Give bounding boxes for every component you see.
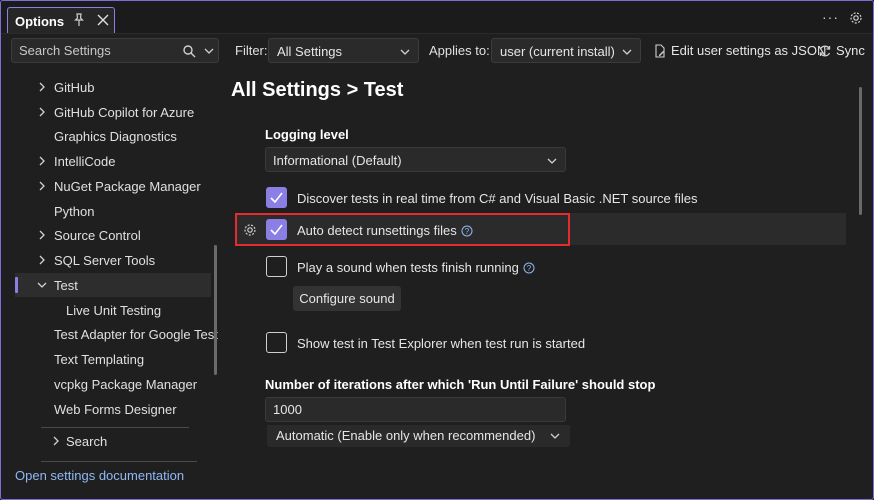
sidebar-item-nuget[interactable]: NuGet Package Manager [15, 174, 211, 198]
filter-value: All Settings [277, 44, 343, 59]
show-test-label: Show test in Test Explorer when test run… [297, 336, 585, 351]
logging-level-label: Logging level [265, 127, 349, 142]
chevron-right-icon [39, 107, 45, 117]
sidebar-item-test[interactable]: Test [15, 273, 211, 297]
sidebar-item-label: IntelliCode [54, 153, 116, 169]
sidebar-item-python[interactable]: Python [15, 199, 211, 223]
show-test-checkbox[interactable] [266, 332, 287, 353]
play-sound-checkbox[interactable] [266, 256, 287, 277]
edit-file-icon [655, 43, 665, 58]
sidebar-item-label: vcpkg Package Manager [54, 376, 198, 392]
iterations-label: Number of iterations after which 'Run Un… [265, 377, 656, 392]
sidebar-item-label: Search [66, 433, 108, 449]
sidebar-item-label: Test [54, 277, 78, 293]
sidebar-item-label: Source Control [54, 227, 141, 243]
chevron-right-icon [39, 82, 45, 92]
applies-to-label: Applies to: [429, 43, 490, 58]
iterations-input[interactable] [265, 397, 566, 422]
sidebar-item-label: GitHub [54, 79, 95, 95]
tab-title: Options [15, 13, 65, 29]
highlight-box [235, 213, 570, 246]
search-box[interactable] [11, 38, 219, 63]
settings-content: All Settings > Test Logging level Inform… [223, 67, 873, 499]
filter-label: Filter: [235, 43, 268, 58]
tab-options[interactable]: Options [7, 7, 115, 34]
check-icon [270, 192, 283, 203]
search-input[interactable] [19, 43, 169, 58]
content-scrollbar[interactable] [859, 87, 862, 215]
sidebar-item-web-forms-designer[interactable]: Web Forms Designer [15, 397, 211, 421]
sidebar-item-live-unit-testing[interactable]: Live Unit Testing [15, 298, 211, 322]
chevron-down-icon [37, 282, 47, 288]
settings-tree: GitHub GitHub Copilot for Azure Graphics… [1, 67, 223, 499]
discover-tests-checkbox[interactable] [266, 187, 287, 208]
sidebar-item-test-adapter-google[interactable]: Test Adapter for Google Test [15, 322, 218, 346]
sidebar-item-label: SQL Server Tools [54, 252, 156, 268]
sidebar-item-label: Live Unit Testing [66, 302, 162, 318]
sync-label: Sync [836, 43, 865, 58]
filter-dropdown[interactable]: All Settings [268, 38, 419, 63]
chevron-down-icon [400, 49, 410, 55]
play-sound-text: Play a sound when tests finish running [297, 260, 519, 275]
play-sound-label: Play a sound when tests finish running ? [297, 260, 535, 275]
sidebar-item-label: Web Forms Designer [54, 401, 177, 417]
sidebar-item-vcpkg[interactable]: vcpkg Package Manager [15, 372, 211, 396]
close-icon[interactable] [96, 13, 110, 27]
open-settings-documentation-link[interactable]: Open settings documentation [15, 468, 184, 483]
page-title: All Settings > Test [231, 79, 404, 101]
chevron-down-icon [550, 433, 560, 439]
sidebar-item-source-control[interactable]: Source Control [15, 223, 211, 247]
toolbar: Filter: All Settings Applies to: user (c… [1, 33, 873, 67]
search-icon[interactable] [182, 44, 196, 58]
sidebar-scrollbar[interactable] [214, 245, 217, 375]
help-icon[interactable]: ? [523, 262, 535, 274]
sidebar-item-label: Graphics Diagnostics [54, 128, 177, 144]
configure-sound-button[interactable]: Configure sound [293, 286, 401, 311]
show-test-text: Show test in Test Explorer when test run… [297, 336, 586, 351]
more-options-icon[interactable]: ··· [822, 9, 839, 25]
chevron-down-icon [547, 158, 557, 164]
edit-json-button[interactable]: Edit user settings as JSON [653, 43, 826, 58]
discover-tests-text: Discover tests in real time from C# and … [297, 191, 698, 206]
chevron-down-icon [622, 49, 632, 55]
discover-tests-label: Discover tests in real time from C# and … [297, 191, 698, 206]
sidebar-item-text-templating[interactable]: Text Templating [15, 347, 211, 371]
sidebar-item-sql-server-tools[interactable]: SQL Server Tools [15, 248, 211, 272]
chevron-right-icon [53, 436, 59, 446]
sidebar-item-label: Python [54, 203, 95, 219]
options-window: Options ··· Filter: All Settings Applies… [0, 0, 874, 500]
pin-icon[interactable] [72, 13, 86, 27]
sidebar-item-search[interactable]: Search [15, 429, 211, 453]
edit-json-label: Edit user settings as JSON [671, 43, 827, 58]
sidebar-item-github[interactable]: GitHub [15, 75, 211, 99]
sidebar-item-label: Test Adapter for Google Test [54, 326, 218, 342]
logging-level-dropdown[interactable]: Informational (Default) [265, 147, 566, 172]
applies-to-value: user (current install) [500, 44, 615, 59]
divider [41, 461, 197, 462]
automatic-value: Automatic (Enable only when recommended) [276, 428, 536, 443]
tab-bar: Options ··· [1, 1, 873, 34]
sync-button[interactable]: Sync [818, 43, 865, 58]
logging-level-value: Informational (Default) [273, 153, 402, 168]
sidebar-item-intellicode[interactable]: IntelliCode [15, 149, 211, 173]
sidebar-item-github-copilot-azure[interactable]: GitHub Copilot for Azure [15, 100, 211, 124]
chevron-right-icon [39, 156, 45, 166]
svg-text:?: ? [527, 264, 532, 273]
sidebar-item-graphics-diagnostics[interactable]: Graphics Diagnostics [15, 124, 211, 148]
divider [41, 427, 189, 428]
sidebar-item-label: GitHub Copilot for Azure [54, 104, 195, 120]
chevron-down-icon[interactable] [204, 46, 214, 56]
chevron-right-icon [39, 230, 45, 240]
gear-icon[interactable] [849, 11, 863, 25]
sidebar-item-label: Text Templating [54, 351, 145, 367]
sidebar-item-label: NuGet Package Manager [54, 178, 201, 194]
sync-icon [819, 45, 831, 56]
automatic-dropdown[interactable]: Automatic (Enable only when recommended) [267, 425, 570, 447]
chevron-right-icon [39, 181, 45, 191]
applies-to-dropdown[interactable]: user (current install) [491, 38, 641, 63]
chevron-right-icon [39, 255, 45, 265]
